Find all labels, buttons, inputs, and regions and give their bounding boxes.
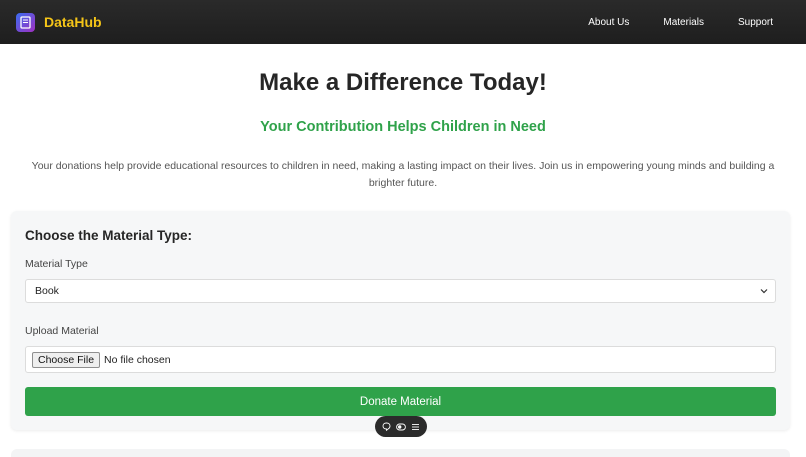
chevron-down-icon [760,285,768,297]
nav-link-support[interactable]: Support [721,17,790,28]
page-description: Your donations help provide educational … [31,160,775,189]
donate-material-button[interactable]: Donate Material [25,387,776,416]
page-title: Make a Difference Today! [259,69,547,96]
top-navbar: DataHub About Us Materials Support [0,0,806,44]
upload-material-label: Upload Material [25,325,99,337]
nav-link-about-us[interactable]: About Us [571,17,646,28]
choose-file-button[interactable]: Choose File [32,351,101,368]
chat-bubble-icon[interactable] [381,421,393,433]
material-type-label: Material Type [25,258,88,270]
material-type-value: Book [35,285,59,297]
nav-links: About Us Materials Support [571,17,790,28]
nav-link-materials[interactable]: Materials [646,17,721,28]
book-logo-icon [16,12,35,32]
brand-name: DataHub [44,14,102,30]
form-heading: Choose the Material Type: [25,228,193,243]
donation-form-card: Choose the Material Type: Material Type … [11,211,790,430]
brand[interactable]: DataHub [16,12,102,32]
page-subtitle: Your Contribution Helps Children in Need [260,119,546,135]
file-status: No file chosen [104,353,171,366]
upload-material-input[interactable]: Choose File No file chosen [25,346,776,373]
next-section-card [11,449,790,457]
material-type-select[interactable]: Book [25,279,776,303]
menu-icon[interactable] [410,421,422,433]
floating-toolbar [375,416,427,437]
toggle-icon[interactable] [395,421,407,433]
